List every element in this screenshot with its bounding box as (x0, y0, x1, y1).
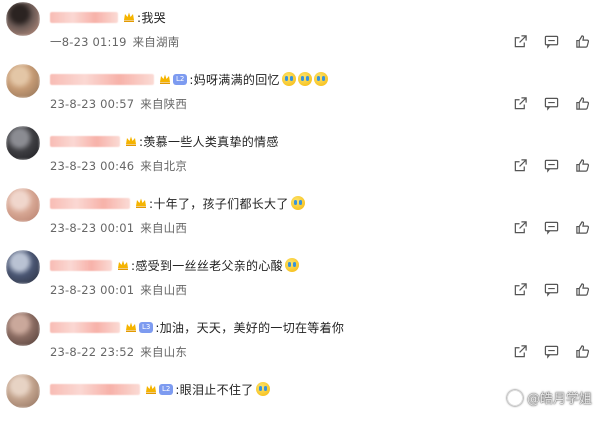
username-blurred[interactable] (50, 383, 140, 395)
share-icon[interactable] (513, 34, 528, 49)
comment-header: :感受到一丝丝老父亲的心酸 (50, 256, 299, 274)
comment-location: 来自山西 (140, 283, 188, 297)
comment-meta: 23-8-23 00:46 来自北京 (50, 158, 187, 174)
comment-item: L2:妈呀满满的回忆 23-8-23 00:57 来自陕西 (0, 62, 600, 124)
like-icon[interactable] (575, 344, 590, 359)
username-blurred[interactable] (50, 135, 120, 147)
comment-actions (513, 282, 590, 297)
username-blurred[interactable] (50, 321, 120, 333)
crying-emoji-icon (297, 72, 312, 86)
crown-icon (125, 321, 137, 333)
watermark: @皓月学姐 (506, 388, 592, 407)
share-icon[interactable] (513, 344, 528, 359)
username-blurred[interactable] (50, 73, 154, 85)
share-icon[interactable] (513, 220, 528, 235)
comment-text: :加油，天天，美好的一切在等着你 (155, 320, 345, 335)
comment-meta: 23-8-23 00:01 来自山西 (50, 220, 187, 236)
comment-date: 23-8-22 23:52 (50, 345, 135, 359)
crown-icon (135, 197, 147, 209)
reply-icon[interactable] (544, 344, 559, 359)
comment-text: :妈呀满满的回忆 (189, 72, 280, 87)
username-blurred[interactable] (50, 197, 130, 209)
comment-header: L3:加油，天天，美好的一切在等着你 (50, 318, 344, 336)
level-badge: L3 (139, 321, 154, 333)
like-icon[interactable] (575, 158, 590, 173)
comment-text: :羡慕一些人类真挚的情感 (139, 134, 279, 149)
comment-header: L2:妈呀满满的回忆 (50, 70, 328, 88)
avatar[interactable] (6, 188, 40, 222)
comment-meta: 23-8-22 23:52 来自山东 (50, 344, 187, 360)
comment-text: :十年了，孩子们都长大了 (149, 196, 289, 211)
comment-date: 一8-23 01:19 (50, 35, 127, 49)
comment-actions (513, 34, 590, 49)
comment-item: :羡慕一些人类真挚的情感 23-8-23 00:46 来自北京 (0, 124, 600, 186)
comment-item: :我哭 一8-23 01:19 来自湖南 (0, 0, 600, 62)
comment-location: 来自陕西 (140, 97, 188, 111)
like-icon[interactable] (575, 220, 590, 235)
level-badge: L2 (173, 73, 188, 85)
crown-icon (125, 135, 137, 147)
avatar[interactable] (6, 126, 40, 160)
comment-header: :羡慕一些人类真挚的情感 (50, 132, 279, 150)
share-icon[interactable] (513, 158, 528, 173)
weibo-icon (506, 389, 523, 406)
comment-actions (513, 344, 590, 359)
avatar[interactable] (6, 2, 40, 36)
comment-location: 来自湖南 (132, 35, 180, 49)
crying-emoji-icon (313, 72, 328, 86)
avatar[interactable] (6, 250, 40, 284)
like-icon[interactable] (575, 34, 590, 49)
comment-meta: 23-8-23 00:57 来自陕西 (50, 96, 187, 112)
crown-icon (159, 73, 171, 85)
reply-icon[interactable] (544, 96, 559, 111)
crown-icon (123, 11, 135, 23)
comment-header: L2:眼泪止不住了 (50, 380, 270, 398)
comment-item: :感受到一丝丝老父亲的心酸 23-8-23 00:01 来自山西 (0, 248, 600, 310)
username-blurred[interactable] (50, 11, 118, 23)
comment-meta: 23-8-23 00:01 来自山西 (50, 282, 187, 298)
like-icon[interactable] (575, 96, 590, 111)
crown-icon (145, 383, 157, 395)
comment-actions (513, 158, 590, 173)
crying-emoji-icon (281, 72, 296, 86)
comment-item: L3:加油，天天，美好的一切在等着你 23-8-22 23:52 来自山东 (0, 310, 600, 372)
crying-emoji-icon (284, 258, 299, 272)
like-icon[interactable] (575, 282, 590, 297)
avatar[interactable] (6, 312, 40, 346)
comment-text: :眼泪止不住了 (175, 382, 254, 397)
comment-text: :我哭 (137, 10, 166, 25)
comment-text: :感受到一丝丝老父亲的心酸 (131, 258, 283, 273)
share-icon[interactable] (513, 282, 528, 297)
crying-emoji-icon (290, 196, 305, 210)
comment-date: 23-8-23 00:01 (50, 221, 135, 235)
crown-icon (117, 259, 129, 271)
comment-location: 来自北京 (140, 159, 188, 173)
avatar[interactable] (6, 64, 40, 98)
comment-item: :十年了，孩子们都长大了 23-8-23 00:01 来自山西 (0, 186, 600, 248)
comment-actions (513, 220, 590, 235)
avatar[interactable] (6, 374, 40, 408)
reply-icon[interactable] (544, 282, 559, 297)
reply-icon[interactable] (544, 34, 559, 49)
comment-header: :我哭 (50, 8, 166, 26)
crying-emoji-icon (255, 382, 270, 396)
comment-date: 23-8-23 00:57 (50, 97, 135, 111)
reply-icon[interactable] (544, 158, 559, 173)
comment-location: 来自山东 (140, 345, 188, 359)
username-blurred[interactable] (50, 259, 112, 271)
comment-header: :十年了，孩子们都长大了 (50, 194, 305, 212)
share-icon[interactable] (513, 96, 528, 111)
watermark-text: @皓月学姐 (526, 392, 592, 407)
comment-actions (513, 96, 590, 111)
comment-date: 23-8-23 00:01 (50, 283, 135, 297)
comment-meta: 一8-23 01:19 来自湖南 (50, 34, 179, 50)
reply-icon[interactable] (544, 220, 559, 235)
comment-date: 23-8-23 00:46 (50, 159, 135, 173)
comment-location: 来自山西 (140, 221, 188, 235)
level-badge: L2 (159, 383, 174, 395)
